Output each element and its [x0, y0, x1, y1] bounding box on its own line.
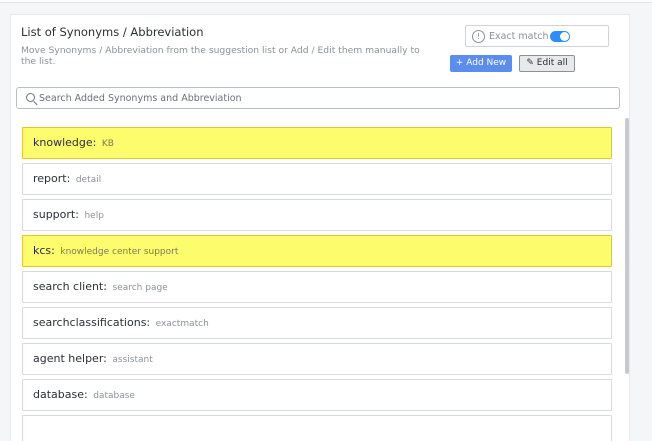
list-item[interactable]: kcs: knowledge center support [22, 235, 612, 267]
synonym-value: search page [112, 283, 168, 293]
toggle-knob [560, 32, 569, 41]
edit-all-label: Edit all [536, 58, 568, 68]
synonym-key: kcs: knowledge center support [33, 244, 179, 257]
synonym-value: exactmatch [155, 319, 209, 329]
synonym-key: search client: search page [33, 280, 168, 293]
synonym-value: KB [101, 139, 114, 149]
synonym-value: database [93, 391, 135, 401]
list-scrollbar[interactable] [625, 118, 629, 374]
panel-title: List of Synonyms / Abbreviation [21, 25, 204, 39]
synonym-value: detail [75, 175, 102, 185]
exact-match-toggle[interactable] [550, 31, 570, 42]
info-icon[interactable]: ! [472, 30, 485, 43]
top-divider [0, 0, 652, 3]
add-new-button[interactable]: + Add New [450, 55, 512, 72]
list-item[interactable]: report: detail [22, 163, 612, 195]
synonym-key: support: help [33, 208, 104, 221]
panel-description: Move Synonyms / Abbreviation from the su… [21, 45, 420, 67]
list-item[interactable]: knowledge: KB [22, 127, 612, 159]
list-item[interactable]: search client: search page [22, 271, 612, 303]
synonym-value: help [84, 211, 104, 221]
synonym-key: agent helper: assistant [33, 352, 153, 365]
list-item[interactable]: searchclassifications: exactmatch [22, 307, 612, 339]
synonym-key: searchclassifications: exactmatch [33, 316, 209, 329]
search-input[interactable] [39, 90, 609, 106]
exact-match-control: ! Exact match [465, 25, 609, 47]
list-item[interactable]: support: help [22, 199, 612, 231]
synonym-value: knowledge center support [60, 247, 179, 257]
search-icon [26, 93, 35, 102]
list-item[interactable] [22, 415, 612, 441]
list-item[interactable]: agent helper: assistant [22, 343, 612, 375]
synonyms-panel: List of Synonyms / Abbreviation Move Syn… [10, 14, 630, 441]
edit-pencil-icon: ✎ [526, 58, 534, 68]
search-bar [16, 87, 620, 109]
exact-match-label: Exact match [489, 31, 549, 42]
synonym-list: knowledge: KB report: detail support: help… [22, 127, 612, 441]
list-item[interactable]: database: database [22, 379, 612, 411]
synonym-key: database: database [33, 388, 135, 401]
synonym-key [33, 424, 35, 437]
synonym-key: knowledge: KB [33, 136, 114, 149]
synonym-value: assistant [112, 355, 153, 365]
synonym-key: report: detail [33, 172, 102, 185]
edit-all-button[interactable]: ✎ Edit all [519, 55, 575, 72]
